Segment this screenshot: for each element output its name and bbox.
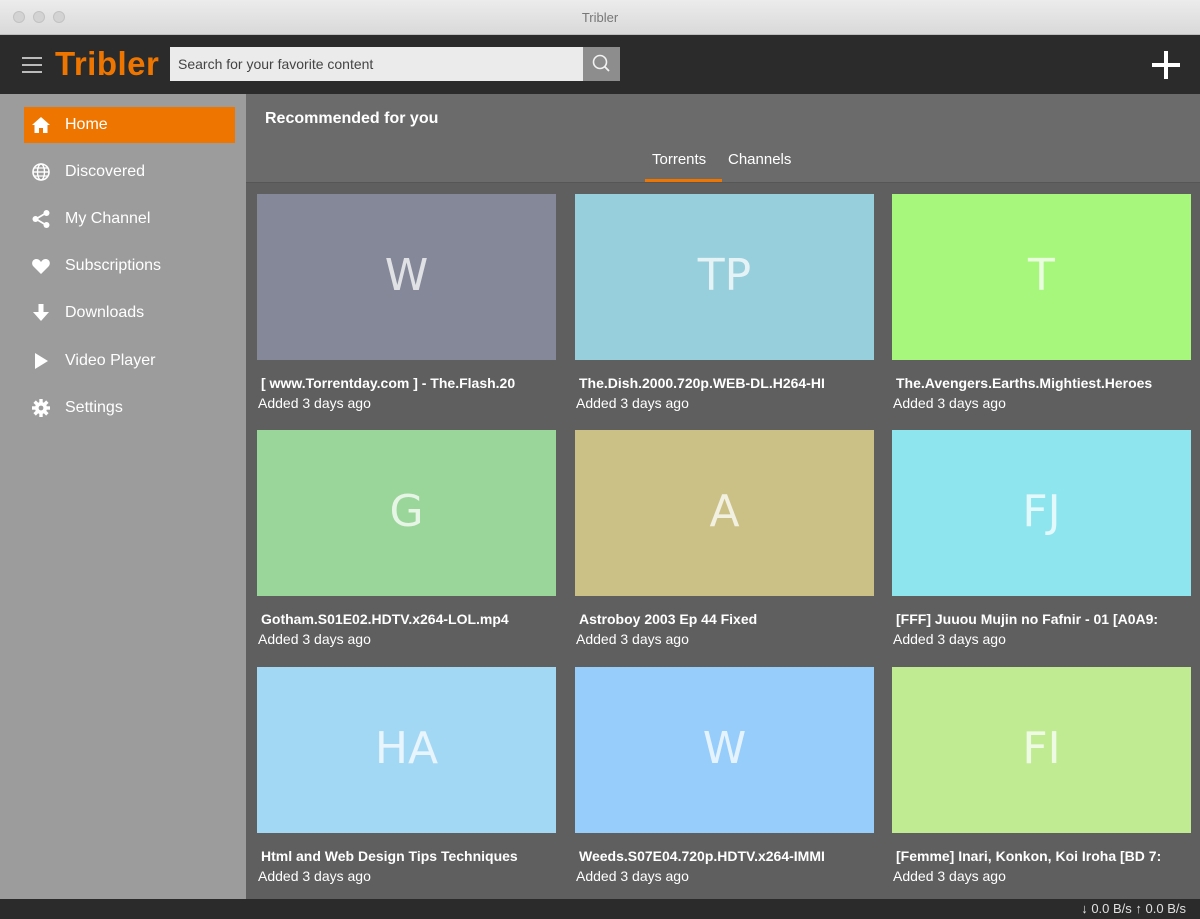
page-title: Recommended for you — [265, 110, 439, 127]
hamburger-menu-icon[interactable] — [22, 57, 42, 73]
torrent-thumbnail: TP — [575, 194, 874, 360]
torrent-card[interactable]: T The.Avengers.Earths.Mightiest.Heroes A… — [892, 194, 1191, 411]
main-content: Recommended for you Torrents Channels W … — [246, 94, 1200, 899]
transfer-speed: ↓ 0.0 B/s ↑ 0.0 B/s — [1081, 901, 1186, 916]
torrent-name: The.Dish.2000.720p.WEB-DL.H264-HI — [579, 375, 825, 391]
play-icon — [35, 353, 48, 369]
sidebar-item-home[interactable]: Home — [24, 107, 235, 143]
sidebar-item-label: Subscriptions — [65, 257, 162, 274]
window-titlebar: Tribler — [0, 0, 1200, 35]
torrent-card[interactable]: W Weeds.S07E04.720p.HDTV.x264-IMMI Added… — [575, 667, 874, 884]
torrent-card[interactable]: HA Html and Web Design Tips Techniques A… — [257, 667, 556, 884]
torrent-name: The.Avengers.Earths.Mightiest.Heroes — [896, 375, 1153, 391]
sidebar-item-label: My Channel — [65, 210, 151, 227]
torrent-thumbnail: G — [257, 430, 556, 596]
search-icon — [592, 54, 610, 72]
thumbnail-initials: TP — [697, 250, 752, 301]
add-torrent-button[interactable] — [1150, 49, 1182, 81]
search-button[interactable] — [583, 47, 620, 81]
torrent-card[interactable]: G Gotham.S01E02.HDTV.x264-LOL.mp4 Added … — [257, 430, 556, 647]
status-bar: ↓ 0.0 B/s ↑ 0.0 B/s — [0, 899, 1200, 919]
sidebar-item-my-channel[interactable]: My Channel — [24, 201, 235, 237]
torrent-added: Added 3 days ago — [576, 631, 689, 647]
torrent-name: [FFF] Juuou Mujin no Fafnir - 01 [A0A9: — [896, 611, 1159, 627]
home-icon — [32, 117, 50, 133]
upload-speed: ↑ 0.0 B/s — [1135, 901, 1186, 916]
window-title: Tribler — [581, 10, 619, 25]
globe-icon — [32, 163, 50, 181]
thumbnail-initials: A — [709, 486, 740, 537]
tab-torrents[interactable]: Torrents — [652, 151, 706, 168]
torrent-added: Added 3 days ago — [893, 868, 1006, 884]
arrow-down-icon — [33, 304, 49, 321]
torrent-added: Added 3 days ago — [258, 868, 371, 884]
thumbnail-initials: G — [389, 486, 424, 537]
torrent-card[interactable]: W [ www.Torrentday.com ] - The.Flash.20 … — [257, 194, 556, 411]
gear-icon — [32, 399, 50, 417]
download-speed: ↓ 0.0 B/s — [1081, 901, 1132, 916]
torrent-name: [ www.Torrentday.com ] - The.Flash.20 — [261, 375, 516, 391]
torrent-added: Added 3 days ago — [258, 395, 371, 411]
torrent-name: Weeds.S07E04.720p.HDTV.x264-IMMI — [579, 848, 825, 864]
sidebar-item-downloads[interactable]: Downloads — [24, 295, 235, 331]
share-icon — [32, 210, 50, 228]
sidebar: Home Discovered My Channel Subscriptions — [0, 94, 246, 899]
heart-icon — [32, 259, 50, 274]
sidebar-item-label: Video Player — [65, 352, 156, 369]
thumbnail-initials: FI — [1022, 723, 1061, 774]
torrent-name: Astroboy 2003 Ep 44 Fixed — [579, 611, 758, 627]
torrent-thumbnail: W — [575, 667, 874, 833]
torrent-name: Html and Web Design Tips Techniques — [261, 848, 518, 864]
torrent-thumbnail: W — [257, 194, 556, 360]
sidebar-item-settings[interactable]: Settings — [24, 390, 235, 426]
torrent-name: [Femme] Inari, Konkon, Koi Iroha [BD 7: — [896, 848, 1162, 864]
torrent-card[interactable]: FI [Femme] Inari, Konkon, Koi Iroha [BD … — [892, 667, 1191, 884]
thumbnail-initials: T — [1028, 250, 1055, 301]
torrent-added: Added 3 days ago — [258, 631, 371, 647]
sidebar-item-subscriptions[interactable]: Subscriptions — [24, 248, 235, 284]
torrent-thumbnail: FJ — [892, 430, 1191, 596]
sidebar-item-label: Discovered — [65, 163, 146, 180]
torrent-card[interactable]: A Astroboy 2003 Ep 44 Fixed Added 3 days… — [575, 430, 874, 647]
thumbnail-initials: W — [384, 250, 429, 301]
torrent-thumbnail: HA — [257, 667, 556, 833]
sidebar-item-discovered[interactable]: Discovered — [24, 154, 235, 190]
thumbnail-initials: HA — [374, 723, 439, 774]
tab-channels[interactable]: Channels — [728, 151, 791, 168]
sidebar-item-label: Downloads — [65, 304, 145, 321]
active-tab-indicator — [645, 179, 722, 182]
sidebar-item-video-player[interactable]: Video Player — [24, 343, 235, 379]
torrent-added: Added 3 days ago — [576, 868, 689, 884]
torrent-added: Added 3 days ago — [893, 395, 1006, 411]
torrent-card[interactable]: FJ [FFF] Juuou Mujin no Fafnir - 01 [A0A… — [892, 430, 1191, 647]
tribler-logo: Tribler — [55, 45, 160, 82]
app-header: Tribler — [0, 35, 1200, 94]
main-header: Recommended for you Torrents Channels — [246, 94, 1200, 183]
torrent-added: Added 3 days ago — [576, 395, 689, 411]
thumbnail-initials: W — [702, 723, 747, 774]
search-input[interactable] — [170, 47, 583, 81]
search-bar — [170, 47, 620, 81]
thumbnail-initials: FJ — [1022, 486, 1061, 537]
torrent-name: Gotham.S01E02.HDTV.x264-LOL.mp4 — [261, 611, 509, 627]
torrent-card[interactable]: TP The.Dish.2000.720p.WEB-DL.H264-HI Add… — [575, 194, 874, 411]
torrent-added: Added 3 days ago — [893, 631, 1006, 647]
torrent-thumbnail: FI — [892, 667, 1191, 833]
torrent-thumbnail: T — [892, 194, 1191, 360]
sidebar-item-label: Home — [65, 116, 108, 133]
sidebar-item-label: Settings — [65, 399, 123, 416]
torrent-thumbnail: A — [575, 430, 874, 596]
